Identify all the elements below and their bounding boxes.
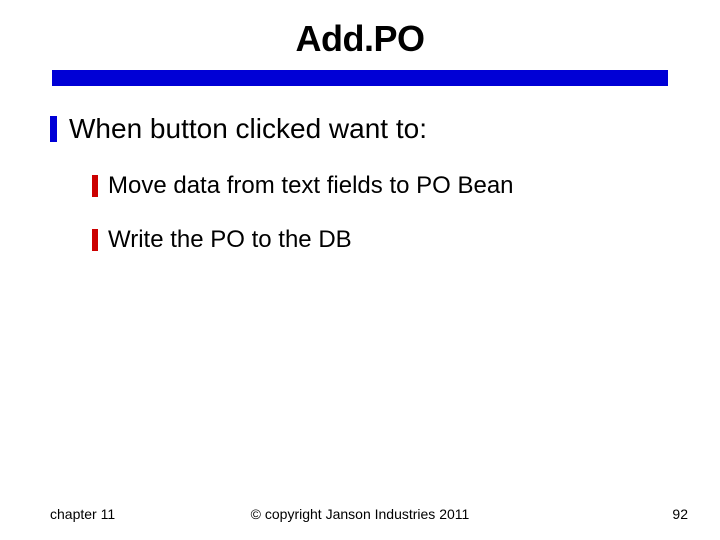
footer-page-number: 92: [672, 506, 688, 522]
bullet-text: Write the PO to the DB: [108, 226, 352, 255]
bullet-level2: Write the PO to the DB: [92, 226, 670, 255]
bullet-bar-icon: [50, 116, 57, 142]
bullet-bar-icon: [92, 175, 98, 197]
title-divider: [52, 70, 668, 86]
slide-footer: chapter 11 © copyright Janson Industries…: [0, 506, 720, 522]
title-area: Add.PO: [0, 0, 720, 60]
bullet-text: When button clicked want to:: [69, 112, 427, 146]
bullet-level1: When button clicked want to:: [50, 112, 670, 146]
bullet-bar-icon: [92, 229, 98, 251]
bullet-text: Move data from text fields to PO Bean: [108, 172, 514, 201]
footer-copyright: © copyright Janson Industries 2011: [251, 506, 470, 522]
footer-chapter: chapter 11: [50, 506, 115, 522]
bullet-level2: Move data from text fields to PO Bean: [92, 172, 670, 201]
slide-content: When button clicked want to: Move data f…: [0, 86, 720, 255]
slide-title: Add.PO: [0, 18, 720, 60]
